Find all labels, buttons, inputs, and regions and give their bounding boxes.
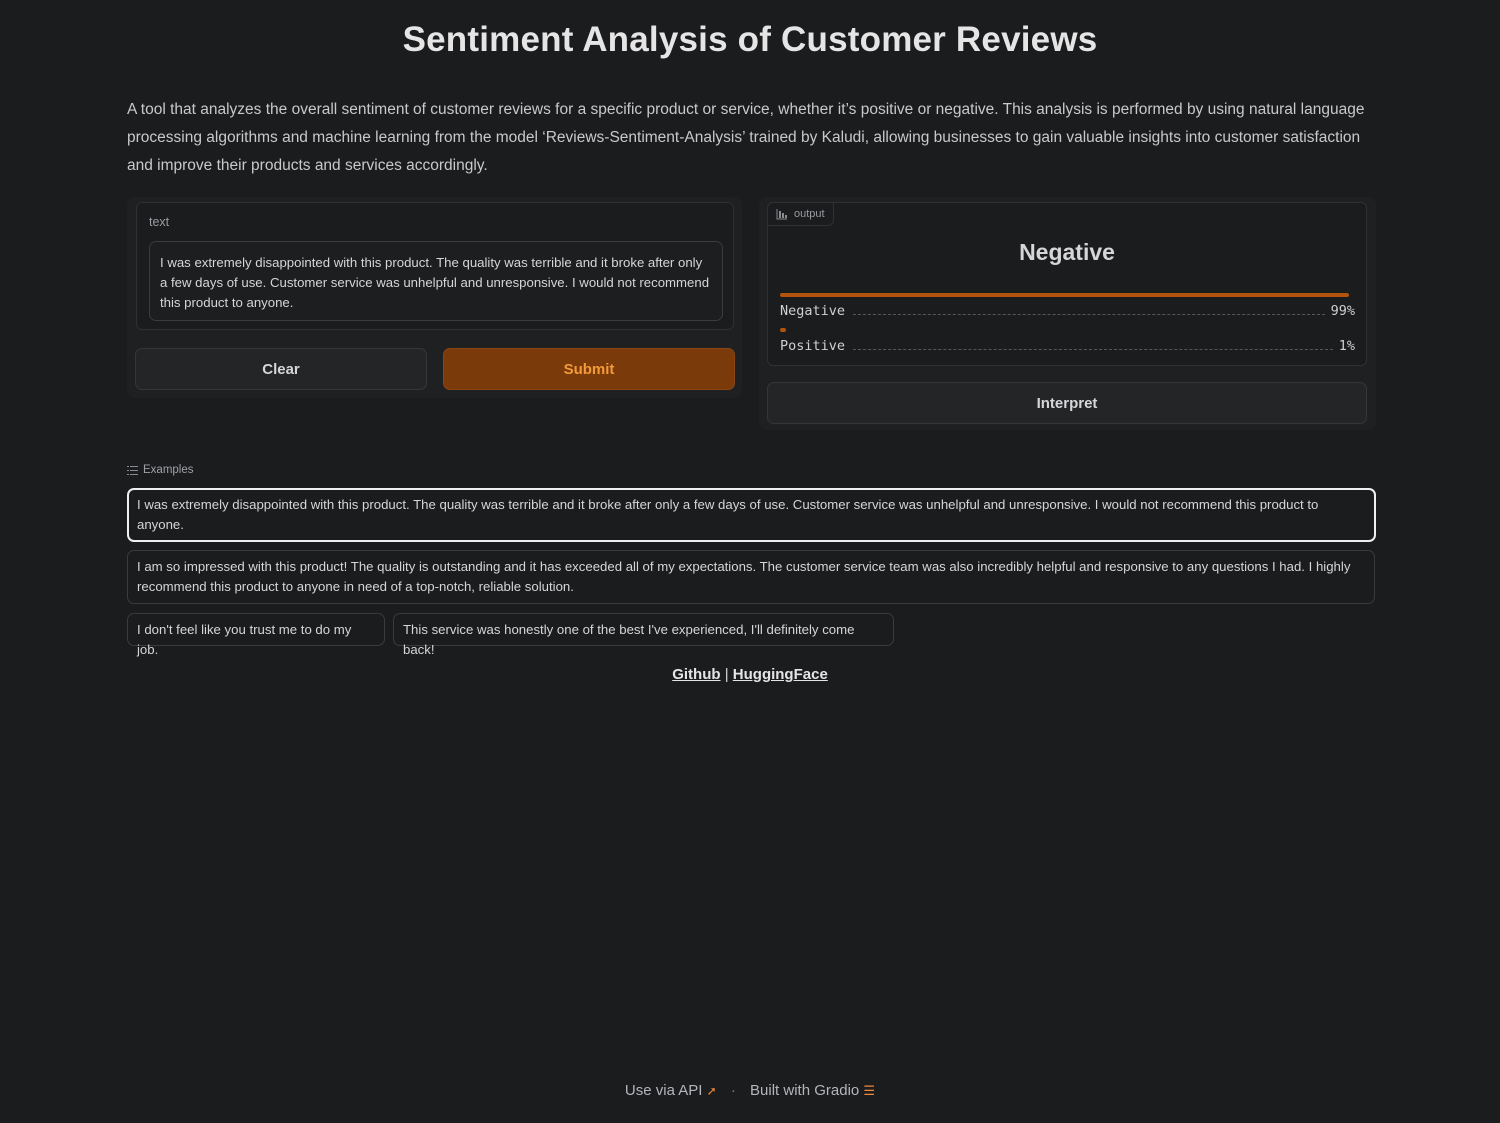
predicted-label: Negative — [1019, 239, 1115, 265]
example-item[interactable]: I was extremely disappointed with this p… — [127, 488, 1376, 542]
confidence-label: Negative — [780, 303, 846, 319]
built-with-gradio-link[interactable]: Built with Gradio ☰ — [750, 1082, 875, 1099]
bar-chart-icon — [776, 209, 787, 220]
examples-label: Examples — [143, 464, 194, 476]
gradio-logo-icon: ☰ — [863, 1083, 876, 1098]
example-item[interactable]: This service was honestly one of the bes… — [393, 613, 894, 657]
output-label-block: output Negative Negative 99% Positive 1% — [767, 202, 1367, 366]
page-title: Sentiment Analysis of Customer Reviews — [402, 20, 1098, 59]
confidence-label: Positive — [780, 338, 846, 354]
confidence-value: 99% — [1330, 303, 1355, 319]
confidence-row-negative: Negative 99% — [780, 293, 1355, 319]
examples-header: Examples — [127, 464, 194, 476]
footer-separator: · — [730, 1082, 736, 1099]
app-description: A tool that analyzes the overall sentime… — [127, 101, 1365, 174]
github-link[interactable]: Github — [672, 666, 720, 683]
text-input-block: text I was extremely disappointed with t… — [136, 202, 734, 330]
example-item[interactable]: I am so impressed with this product! The… — [127, 550, 1375, 604]
use-via-api-link[interactable]: Use via API ➚ — [625, 1082, 721, 1099]
footer: Use via API ➚ · Built with Gradio ☰ — [0, 1082, 1500, 1099]
external-links: Github | HuggingFace — [0, 666, 1500, 683]
clear-button[interactable]: Clear — [135, 348, 427, 390]
input-panel: text I was extremely disappointed with t… — [127, 197, 742, 398]
text-input-label: text — [149, 215, 170, 229]
confidence-value: 1% — [1338, 338, 1355, 354]
list-icon — [127, 465, 138, 475]
output-tag: output — [767, 202, 834, 226]
output-tag-text: output — [794, 208, 825, 220]
confidence-bar — [780, 328, 786, 332]
huggingface-link[interactable]: HuggingFace — [733, 666, 828, 683]
confidence-bar — [780, 293, 1350, 297]
output-panel: output Negative Negative 99% Positive 1% — [759, 197, 1376, 430]
example-item[interactable]: I don't feel like you trust me to do my … — [127, 613, 385, 657]
app-page: Sentiment Analysis of Customer Reviews A… — [0, 0, 1500, 1123]
built-with-gradio-text: Built with Gradio — [750, 1082, 860, 1099]
confidence-dots — [853, 349, 1333, 350]
link-separator: | — [724, 666, 729, 683]
confidence-dots — [853, 314, 1325, 315]
interpret-button[interactable]: Interpret — [767, 382, 1367, 424]
use-via-api-text: Use via API — [624, 1082, 703, 1099]
confidence-row-positive: Positive 1% — [780, 328, 1355, 354]
review-text-input[interactable]: I was extremely disappointed with this p… — [149, 241, 723, 321]
rocket-icon: ➚ — [706, 1084, 717, 1098]
submit-button[interactable]: Submit — [443, 348, 735, 390]
